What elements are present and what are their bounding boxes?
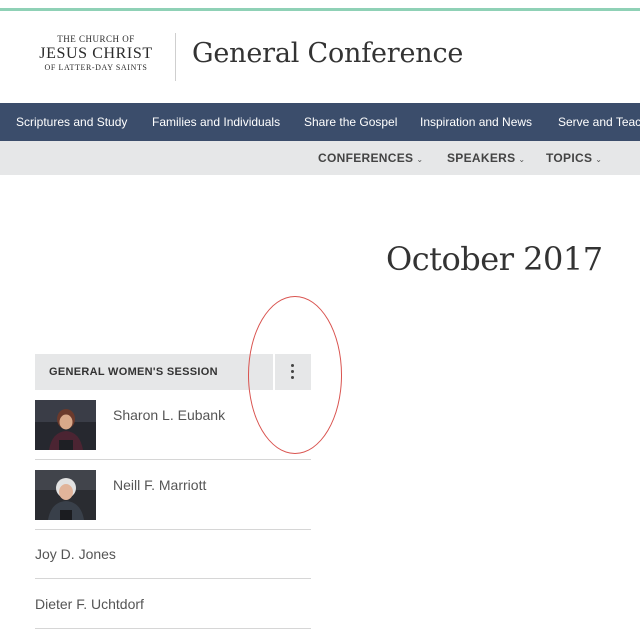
chevron-down-icon: ⌄	[518, 155, 526, 164]
church-logo[interactable]: THE CHURCH OF JESUS CHRIST OF LATTER-DAY…	[32, 34, 160, 73]
speaker-name: Dieter F. Uchtdorf	[35, 596, 144, 612]
nav-item-share-gospel[interactable]: Share the Gospel	[304, 103, 397, 141]
speaker-item[interactable]: Sharon L. Eubank	[35, 390, 311, 460]
session-header[interactable]: GENERAL WOMEN'S SESSION	[35, 354, 273, 390]
page-heading: October 2017	[386, 240, 603, 278]
speaker-name: Joy D. Jones	[35, 546, 116, 562]
subnav-speakers[interactable]: SPEAKERS ⌄	[447, 141, 525, 175]
subnav-conferences-label: CONFERENCES	[318, 151, 414, 165]
more-vertical-icon	[291, 364, 295, 382]
speaker-name: Neill F. Marriott	[113, 477, 207, 493]
speaker-item[interactable]: Dieter F. Uchtdorf	[35, 579, 311, 629]
session-title: GENERAL WOMEN'S SESSION	[49, 366, 218, 378]
subnav-topics[interactable]: TOPICS ⌄	[546, 141, 602, 175]
site-title[interactable]: General Conference	[192, 38, 463, 69]
logo-divider	[175, 33, 176, 81]
speaker-item[interactable]: Neill F. Marriott	[35, 460, 311, 530]
subnav-speakers-label: SPEAKERS	[447, 151, 516, 165]
logo-line-2: JESUS CHRIST	[39, 45, 153, 62]
chevron-down-icon: ⌄	[595, 155, 603, 164]
subnav-conferences[interactable]: CONFERENCES ⌄	[318, 141, 423, 175]
main-nav: Scriptures and Study Families and Indivi…	[0, 103, 640, 141]
chevron-down-icon: ⌄	[416, 155, 424, 164]
nav-item-scriptures[interactable]: Scriptures and Study	[16, 103, 127, 141]
speaker-name: Sharon L. Eubank	[113, 407, 226, 423]
nav-item-inspiration[interactable]: Inspiration and News	[420, 103, 532, 141]
logo-line-3: OF LATTER-DAY SAINTS	[44, 63, 148, 72]
speaker-photo	[35, 400, 96, 450]
speaker-item[interactable]: Joy D. Jones	[35, 530, 311, 579]
speaker-photo	[35, 470, 96, 520]
logo-line-1: THE CHURCH OF	[57, 34, 135, 44]
nav-item-families[interactable]: Families and Individuals	[152, 103, 280, 141]
nav-item-serve[interactable]: Serve and Teac	[558, 103, 640, 141]
subnav-topics-label: TOPICS	[546, 151, 593, 165]
top-accent-line	[0, 8, 640, 11]
more-options-button[interactable]	[275, 354, 311, 390]
sub-nav: CONFERENCES ⌄ SPEAKERS ⌄ TOPICS ⌄	[0, 141, 640, 175]
